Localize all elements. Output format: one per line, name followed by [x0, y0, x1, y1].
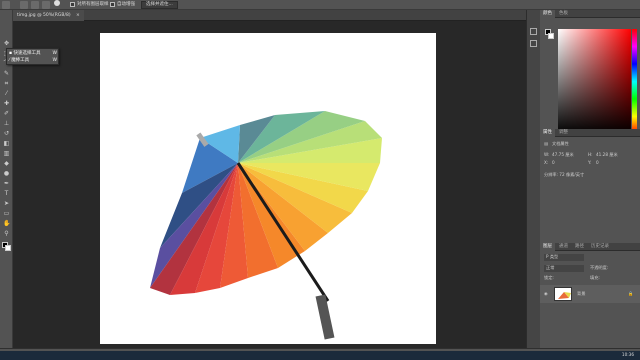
brush-size-icon[interactable] [54, 0, 60, 6]
visibility-eye-icon[interactable]: ◉ [544, 291, 548, 297]
crop-tool-icon[interactable]: ⌗ [3, 80, 10, 87]
eraser-tool-icon[interactable]: ◧ [3, 140, 10, 147]
tool-flyout-menu: ▪ 快速选择工具 W ⁄ 魔棒工具 W [6, 48, 59, 65]
umbrella-handle [315, 294, 335, 340]
layer-thumbnail [554, 287, 572, 301]
actions-panel-icon[interactable] [530, 40, 537, 47]
tab-paths[interactable]: 路径 [572, 243, 587, 251]
tab-properties[interactable]: 属性 [540, 129, 555, 137]
right-panels: 颜色 色板 属性 调整 ▤ 文档属性 W: 47.75 厘米 H: 41.28 … [540, 10, 640, 348]
path-select-icon[interactable]: ➤ [3, 200, 10, 207]
sample-all-layers-label: 对所有图层取样 [77, 2, 109, 7]
subtract-selection-icon[interactable] [42, 1, 50, 9]
layer-filter-select[interactable]: P 类型 [544, 254, 584, 261]
umbrella-image [150, 111, 382, 340]
tab-swatches[interactable]: 色板 [556, 10, 571, 18]
height-label: H: [588, 152, 593, 157]
blend-mode-select[interactable]: 正常 [544, 265, 584, 272]
width-value[interactable]: 47.75 厘米 [552, 152, 574, 158]
fill-label: 填充: [590, 275, 600, 280]
workspace [13, 21, 526, 348]
add-selection-icon[interactable] [31, 1, 39, 9]
history-panel-icon[interactable] [530, 28, 537, 35]
os-taskbar: 10:36 [0, 351, 640, 360]
clock: 10:36 [621, 352, 634, 357]
panel-icons-column [526, 10, 540, 348]
close-tab-icon[interactable]: × [76, 13, 80, 18]
layer-name: 背景 [577, 291, 586, 296]
flyout-item-magic-wand[interactable]: ⁄ 魔棒工具 W [9, 57, 57, 64]
document-tab[interactable]: timg.jpg @ 50%(RGB/8) × [13, 10, 84, 21]
bg-color-chip[interactable] [548, 33, 554, 39]
properties-panel-tabs: 属性 调整 [540, 129, 640, 137]
opacity-label: 不透明度: [590, 265, 609, 270]
auto-enhance-checkbox[interactable] [110, 2, 115, 7]
flyout-item-quick-select[interactable]: ▪ 快速选择工具 W [9, 50, 57, 57]
gradient-tool-icon[interactable]: ▥ [3, 150, 10, 157]
history-brush-icon[interactable]: ↺ [3, 130, 10, 137]
layer-row[interactable]: ◉ 背景 🔒 [540, 285, 640, 303]
height-value[interactable]: 41.28 厘米 [596, 152, 618, 158]
y-label: Y: [588, 160, 592, 165]
tab-history[interactable]: 历史记录 [588, 243, 612, 251]
pen-tool-icon[interactable]: ✒ [3, 180, 10, 187]
color-panel-tabs: 颜色 色板 [540, 10, 640, 18]
tab-color[interactable]: 颜色 [540, 10, 555, 18]
tab-channels[interactable]: 通道 [556, 243, 571, 251]
document-tab-title: timg.jpg @ 50%(RGB/8) [17, 13, 71, 18]
eyedropper-tool-icon[interactable]: ⁄ [3, 90, 10, 97]
width-label: W: [544, 152, 550, 157]
layer-lock-icon: 🔒 [628, 291, 634, 296]
dodge-tool-icon[interactable]: ● [3, 170, 10, 177]
shape-tool-icon[interactable]: ▭ [3, 210, 10, 217]
properties-title: 文档属性 [552, 141, 569, 146]
tab-layers[interactable]: 图层 [540, 243, 555, 251]
x-label: X: [544, 160, 549, 165]
resolution-text: 分辨率: 72 像素/英寸 [544, 172, 585, 177]
zoom-tool-icon[interactable]: ⚲ [3, 230, 10, 237]
brush-tool-icon[interactable]: ✐ [3, 110, 10, 117]
x-value[interactable]: 0 [552, 160, 555, 166]
home-icon[interactable] [2, 1, 10, 9]
tab-adjustments[interactable]: 调整 [556, 129, 571, 137]
lock-label: 锁定: [544, 275, 554, 280]
y-value[interactable]: 0 [596, 160, 599, 166]
hue-slider[interactable] [632, 29, 637, 134]
document-icon: ▤ [544, 141, 548, 146]
new-selection-icon[interactable] [20, 1, 28, 9]
background-color-swatch[interactable] [5, 245, 11, 251]
stamp-tool-icon[interactable]: ⊥ [3, 120, 10, 127]
move-tool-icon[interactable]: ✥ [3, 40, 10, 47]
healing-tool-icon[interactable]: ✚ [3, 100, 10, 107]
document-tab-bar: timg.jpg @ 50%(RGB/8) × [13, 10, 526, 21]
document-canvas[interactable] [100, 33, 436, 344]
layers-panel-tabs: 图层 通道 路径 历史记录 [540, 243, 640, 251]
auto-enhance-label: 自动增强 [117, 2, 135, 7]
options-bar: 对所有图层取样 自动增强 选择并遮住... [0, 0, 640, 10]
quick-select-tool-icon[interactable]: ✎ [3, 70, 10, 77]
blur-tool-icon[interactable]: ◆ [3, 160, 10, 167]
sample-all-layers-checkbox[interactable] [70, 2, 75, 7]
type-tool-icon[interactable]: T [3, 190, 10, 197]
hand-tool-icon[interactable]: ✋ [3, 220, 10, 227]
select-and-mask-button[interactable]: 选择并遮住... [141, 1, 178, 9]
color-field[interactable] [558, 29, 631, 134]
